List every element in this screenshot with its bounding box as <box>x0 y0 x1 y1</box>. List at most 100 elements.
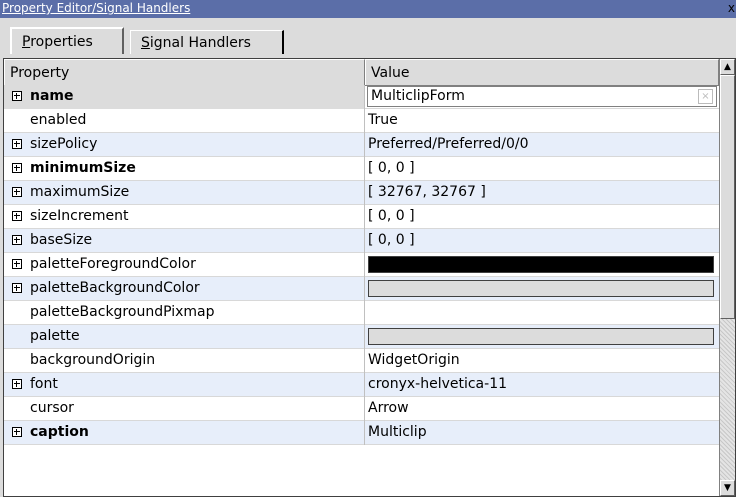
property-cell[interactable]: paletteForegroundColor <box>4 253 365 277</box>
property-name: name <box>30 88 74 104</box>
property-cell[interactable]: paletteBackgroundColor <box>4 277 365 301</box>
value-cell[interactable] <box>365 253 719 277</box>
value-cell[interactable]: [ 0, 0 ] <box>365 157 719 181</box>
table-row[interactable]: minimumSize [ 0, 0 ] <box>4 157 719 181</box>
property-cell[interactable]: sizePolicy <box>4 133 365 157</box>
value-cell[interactable]: [ 0, 0 ] <box>365 229 719 253</box>
color-swatch[interactable] <box>368 328 714 345</box>
table-body: name MulticlipForm × enabled True sizePolicy P… <box>4 85 719 445</box>
property-name: maximumSize <box>30 184 130 200</box>
property-name: font <box>30 376 58 392</box>
table-row[interactable]: sizePolicy Preferred/Preferred/0/0 <box>4 133 719 157</box>
name-value-input[interactable]: MulticlipForm × <box>367 86 717 107</box>
value-cell[interactable] <box>365 277 719 301</box>
table-row[interactable]: font cronyx-helvetica-11 <box>4 373 719 397</box>
expand-plus-icon[interactable] <box>12 283 22 293</box>
color-swatch[interactable] <box>368 280 714 297</box>
table-row[interactable]: cursor Arrow <box>4 397 719 421</box>
table-row[interactable]: palette <box>4 325 719 349</box>
property-name: sizeIncrement <box>30 208 129 224</box>
value-cell[interactable]: Preferred/Preferred/0/0 <box>365 133 719 157</box>
property-name: paletteBackgroundPixmap <box>30 304 215 320</box>
expand-plus-icon[interactable] <box>12 379 22 389</box>
property-cell[interactable]: maximumSize <box>4 181 365 205</box>
property-cell[interactable]: caption <box>4 421 365 445</box>
header-value[interactable]: Value <box>365 59 719 85</box>
property-name: minimumSize <box>30 160 136 176</box>
value-cell[interactable]: Multiclip <box>365 421 719 445</box>
property-value: [ 0, 0 ] <box>368 160 415 176</box>
property-name: paletteForegroundColor <box>30 256 196 272</box>
table-row[interactable]: enabled True <box>4 109 719 133</box>
value-cell[interactable]: WidgetOrigin <box>365 349 719 373</box>
expand-plus-icon[interactable] <box>12 259 22 269</box>
tab-properties-mnemonic: P <box>22 34 31 50</box>
table-row[interactable]: caption Multiclip <box>4 421 719 445</box>
close-icon[interactable]: x <box>728 1 735 16</box>
table-row[interactable]: backgroundOrigin WidgetOrigin <box>4 349 719 373</box>
value-cell[interactable]: MulticlipForm × <box>365 85 719 109</box>
property-value: Arrow <box>368 400 409 416</box>
property-cell[interactable]: minimumSize <box>4 157 365 181</box>
property-value: WidgetOrigin <box>368 352 460 368</box>
expand-plus-icon[interactable] <box>12 91 22 101</box>
table-row[interactable]: maximumSize [ 32767, 32767 ] <box>4 181 719 205</box>
tab-signal-handlers-mnemonic: S <box>141 35 150 51</box>
expand-plus-icon[interactable] <box>12 211 22 221</box>
table-row[interactable]: sizeIncrement [ 0, 0 ] <box>4 205 719 229</box>
property-cell[interactable]: name <box>4 85 365 109</box>
tab-signal-handlers-rest: ignal Handlers <box>149 35 251 51</box>
value-cell[interactable] <box>365 301 719 325</box>
property-cell[interactable]: font <box>4 373 365 397</box>
property-cell[interactable]: backgroundOrigin <box>4 349 365 373</box>
property-value: True <box>368 112 398 128</box>
value-cell[interactable]: Arrow <box>365 397 719 421</box>
property-name: backgroundOrigin <box>30 352 156 368</box>
table-row[interactable]: paletteBackgroundPixmap <box>4 301 719 325</box>
value-cell[interactable]: cronyx-helvetica-11 <box>365 373 719 397</box>
window-title: Property Editor/Signal Handlers <box>2 1 191 15</box>
property-value: [ 0, 0 ] <box>368 232 415 248</box>
scroll-up-arrow-icon[interactable]: ▲ <box>720 59 735 75</box>
table-row[interactable]: name MulticlipForm × <box>4 85 719 109</box>
property-name: baseSize <box>30 232 93 248</box>
property-cell[interactable]: baseSize <box>4 229 365 253</box>
expand-plus-icon[interactable] <box>12 427 22 437</box>
property-name: palette <box>30 328 80 344</box>
expand-plus-icon[interactable] <box>12 139 22 149</box>
property-value: Multiclip <box>368 424 427 440</box>
property-value: cronyx-helvetica-11 <box>368 376 508 392</box>
scroll-thumb[interactable] <box>720 75 735 319</box>
value-cell[interactable] <box>365 325 719 349</box>
value-cell[interactable]: [ 32767, 32767 ] <box>365 181 719 205</box>
property-table: Property Value name MulticlipForm × enabled… <box>3 58 736 497</box>
scroll-down-arrow-icon[interactable]: ▼ <box>720 480 735 496</box>
vertical-scrollbar[interactable]: ▲ ▼ <box>719 59 735 496</box>
expand-plus-icon[interactable] <box>12 187 22 197</box>
table-header: Property Value <box>4 59 719 86</box>
expand-plus-icon[interactable] <box>12 163 22 173</box>
property-name: cursor <box>30 400 74 416</box>
table-row[interactable]: baseSize [ 0, 0 ] <box>4 229 719 253</box>
expand-plus-icon[interactable] <box>12 235 22 245</box>
property-cell[interactable]: palette <box>4 325 365 349</box>
property-value: [ 0, 0 ] <box>368 208 415 224</box>
property-cell[interactable]: sizeIncrement <box>4 205 365 229</box>
property-cell[interactable]: paletteBackgroundPixmap <box>4 301 365 325</box>
property-cell[interactable]: cursor <box>4 397 365 421</box>
header-property[interactable]: Property <box>4 59 365 85</box>
tab-properties[interactable]: Properties <box>10 27 124 54</box>
property-value: Preferred/Preferred/0/0 <box>368 136 529 152</box>
property-cell[interactable]: enabled <box>4 109 365 133</box>
table-row[interactable]: paletteForegroundColor <box>4 253 719 277</box>
clear-icon[interactable]: × <box>698 89 713 104</box>
value-cell[interactable]: True <box>365 109 719 133</box>
tab-signal-handlers[interactable]: Signal Handlers <box>130 30 284 54</box>
table-row[interactable]: paletteBackgroundColor <box>4 277 719 301</box>
property-name: caption <box>30 424 89 440</box>
title-bar: Property Editor/Signal Handlers x <box>0 0 736 18</box>
value-cell[interactable]: [ 0, 0 ] <box>365 205 719 229</box>
color-swatch[interactable] <box>368 256 714 273</box>
property-name: enabled <box>30 112 87 128</box>
tab-bar: Properties Signal Handlers <box>0 18 736 54</box>
